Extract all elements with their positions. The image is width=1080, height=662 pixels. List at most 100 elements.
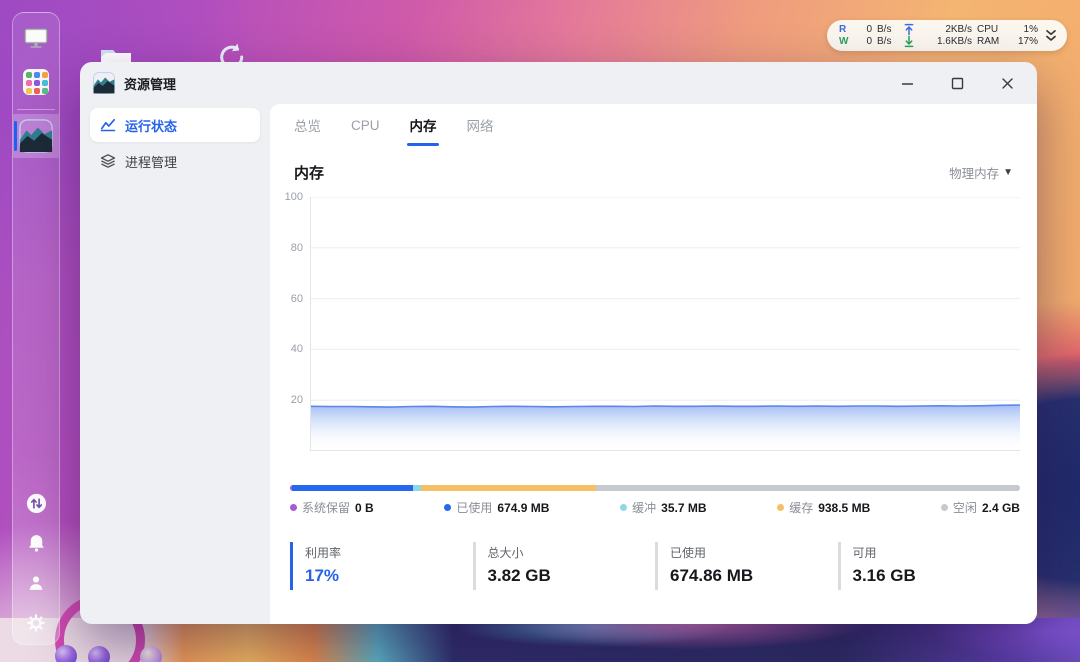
tab-memory[interactable]: 内存 (410, 104, 437, 146)
legend-item-buffer: 缓冲 35.7 MB (620, 499, 707, 516)
sidebar-item-running-status[interactable]: 运行状态 (90, 108, 260, 142)
stat-label: 已使用 (670, 546, 707, 560)
y-axis-tick: 80 (290, 241, 303, 254)
download-rate: 1.6KB/s (936, 36, 972, 47)
section-title: 内存 (294, 165, 325, 182)
stat-label: 总大小 (487, 546, 524, 560)
legend-value: 938.5 MB (818, 500, 871, 515)
legend-value: 2.4 GB (981, 500, 1020, 515)
wallpaper-bottom-band (0, 618, 1080, 662)
wallpaper-sphere (88, 646, 110, 662)
app-icon (93, 72, 115, 94)
dock-separator (17, 109, 55, 110)
dock (12, 12, 60, 645)
resource-manager-app-icon[interactable] (13, 114, 59, 158)
stat-label: 利用率 (305, 546, 342, 560)
tab-overview[interactable]: 总览 (294, 104, 321, 146)
legend-value: 0 B (355, 500, 374, 515)
titlebar[interactable]: 资源管理 (80, 62, 1037, 104)
tab-network[interactable]: 网络 (467, 104, 494, 146)
resource-manager-window: 资源管理 运行状态 进程管理 总览 CPU 内存 网络 内存 物理内存 ▼ 20… (80, 62, 1037, 624)
notification-bell-icon[interactable] (13, 528, 59, 558)
legend-label: 缓存 (789, 501, 814, 515)
stat-value: 3.82 GB (487, 566, 551, 585)
memory-stats: 利用率 17% 总大小 3.82 GB 已使用 674.86 MB 可用 3.1… (290, 542, 1020, 590)
stat-value: 17% (305, 566, 340, 585)
upload-rate: 2KB/s (945, 24, 972, 35)
cpu-value: 1% (1023, 24, 1038, 35)
window-body: 运行状态 进程管理 总览 CPU 内存 网络 内存 物理内存 ▼ 20 40 6… (80, 104, 1037, 624)
app-launcher-grid-icon[interactable] (13, 63, 59, 101)
memory-type-dropdown[interactable]: 物理内存 ▼ (949, 163, 1013, 182)
sidebar: 运行状态 进程管理 (80, 104, 270, 624)
legend-label: 系统保留 (302, 501, 351, 515)
dock-bottom-group (13, 478, 59, 644)
read-value: 0 (866, 24, 872, 35)
usage-bar-segment-cache (420, 485, 596, 491)
legend-item-reserved: 系统保留 0 B (290, 499, 374, 516)
memory-usage-bar (290, 485, 1020, 491)
dropdown-value: 物理内存 (949, 167, 1000, 181)
close-button[interactable] (995, 71, 1019, 95)
content-panel: 总览 CPU 内存 网络 内存 物理内存 ▼ 20 40 60 80 100 系… (270, 104, 1037, 624)
window-title: 资源管理 (124, 76, 177, 92)
maximize-button[interactable] (945, 71, 969, 95)
tab-cpu[interactable]: CPU (351, 104, 380, 146)
download-arrow-icon (904, 35, 914, 48)
stat-total-size: 总大小 3.82 GB (472, 542, 656, 590)
stat-value: 674.86 MB (670, 566, 754, 585)
usage-bar-segment-used (292, 485, 414, 491)
usage-bar-segment-buffer (413, 485, 421, 491)
sidebar-item-label: 运行状态 (125, 118, 178, 134)
wallpaper-sphere (140, 646, 162, 662)
sidebar-item-label: 进程管理 (125, 154, 178, 170)
section-header: 内存 物理内存 ▼ (270, 146, 1037, 183)
y-axis-tick: 20 (290, 394, 303, 407)
ram-label: RAM (977, 36, 1000, 47)
stat-value: 3.16 GB (852, 566, 916, 585)
chart-plot-area (310, 197, 1020, 451)
sidebar-item-process-management[interactable]: 进程管理 (90, 144, 260, 178)
write-lane-label: W (839, 36, 849, 47)
write-unit: B/s (877, 36, 892, 47)
read-lane-label: R (839, 24, 847, 35)
window-controls (895, 71, 1019, 95)
chevron-double-down-icon[interactable] (1044, 28, 1058, 44)
memory-usage-chart: 20 40 60 80 100 (285, 191, 1020, 451)
stat-used: 已使用 674.86 MB (655, 542, 838, 590)
y-axis-tick: 40 (290, 343, 303, 356)
memory-legend: 系统保留 0 B 已使用 674.9 MB 缓冲 35.7 MB 缓存 938.… (290, 499, 1020, 516)
minimize-button[interactable] (895, 71, 919, 95)
system-tray-widget[interactable]: R 0 B/s 2KB/s CPU 1% W 0 B/s 1.6KB/s RAM… (827, 20, 1067, 51)
line-chart-icon (100, 117, 116, 133)
desktop: R 0 B/s 2KB/s CPU 1% W 0 B/s 1.6KB/s RAM… (0, 0, 1080, 662)
legend-item-free: 空闲 2.4 GB (940, 499, 1020, 516)
legend-dot (444, 504, 452, 511)
legend-dot (940, 504, 948, 511)
cpu-label: CPU (977, 24, 999, 35)
layers-icon (100, 153, 116, 169)
wallpaper-sphere (55, 645, 77, 662)
ram-value: 17% (1017, 36, 1038, 47)
legend-dot (290, 504, 297, 511)
legend-dot (620, 504, 628, 511)
legend-item-used: 已使用 674.9 MB (444, 499, 549, 516)
read-unit: B/s (877, 24, 892, 35)
y-axis-tick: 100 (284, 191, 303, 203)
usage-bar-segment-free (595, 485, 1020, 491)
legend-item-cache: 缓存 938.5 MB (777, 499, 870, 516)
stat-label: 可用 (852, 546, 877, 560)
legend-value: 35.7 MB (661, 500, 707, 515)
monitor-icon[interactable] (13, 19, 59, 57)
chevron-down-icon: ▼ (1003, 167, 1013, 178)
tab-bar: 总览 CPU 内存 网络 (270, 104, 1037, 146)
user-icon[interactable] (13, 568, 59, 598)
active-app-indicator (14, 121, 17, 151)
legend-label: 缓冲 (632, 501, 657, 515)
tray-stats: R 0 B/s 2KB/s CPU 1% W 0 B/s 1.6KB/s RAM… (839, 24, 1038, 48)
legend-dot (777, 504, 785, 511)
write-value: 0 (866, 36, 872, 47)
settings-gear-icon[interactable] (13, 608, 59, 638)
network-traffic-icon[interactable] (13, 488, 59, 518)
y-axis-tick: 60 (290, 292, 303, 305)
